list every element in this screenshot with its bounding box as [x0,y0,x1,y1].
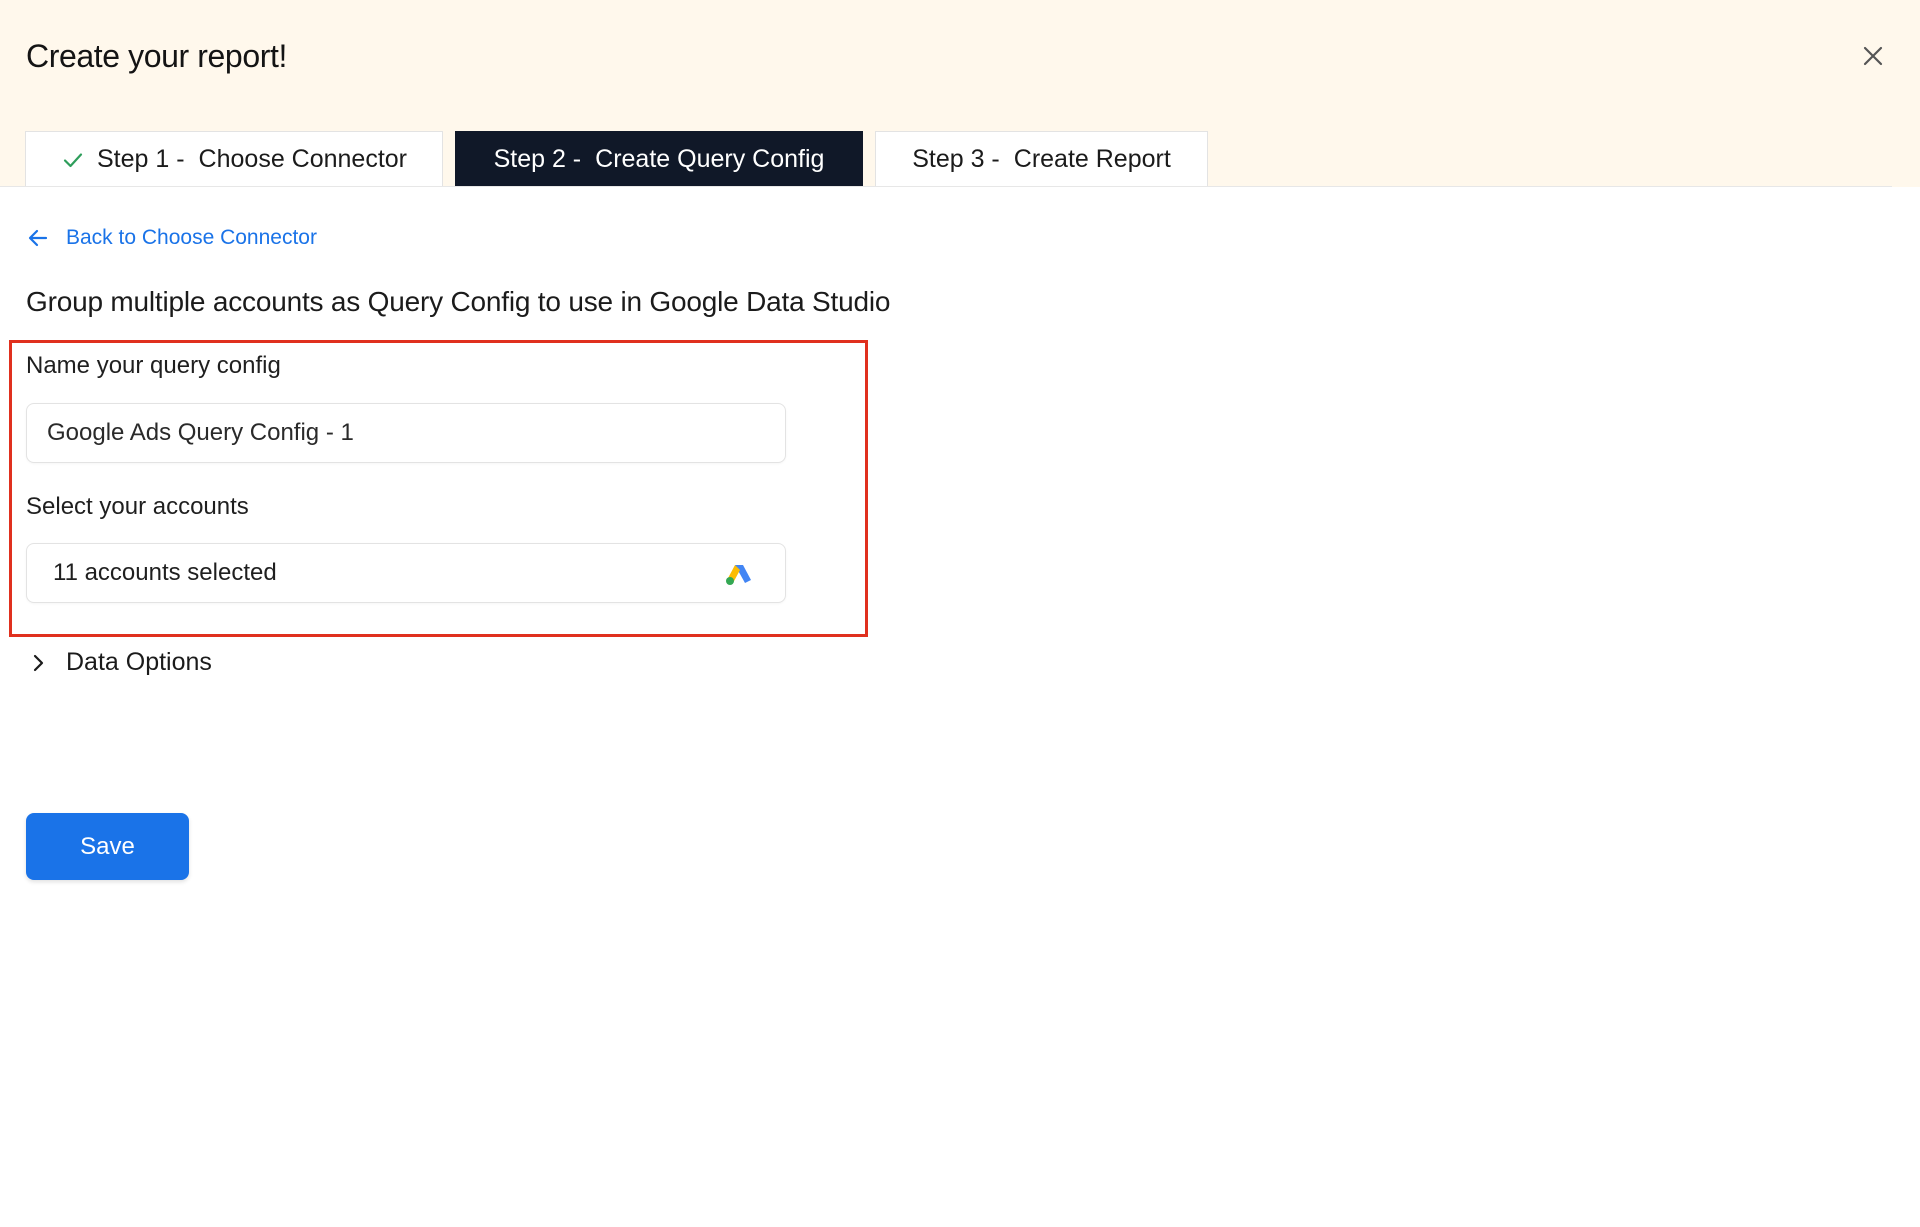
query-config-name-label: Name your query config [26,352,281,379]
tab-step-label: Choose Connector [198,145,408,173]
close-icon [1863,46,1883,66]
accounts-label: Select your accounts [26,493,249,520]
query-config-name-input[interactable] [26,403,786,463]
save-button[interactable]: Save [26,813,189,880]
arrow-left-icon [28,229,48,247]
tab-step-2[interactable]: Step 2 - Create Query Config [455,131,863,187]
accounts-select-value: 11 accounts selected [53,559,277,586]
google-ads-icon [726,565,751,585]
tab-step-label: Create Report [1013,145,1171,173]
data-options-toggle[interactable]: Data Options [26,648,212,677]
back-link-label: Back to Choose Connector [66,226,317,249]
tab-step-label: Create Query Config [595,145,825,173]
data-options-label: Data Options [66,648,212,676]
page-title: Create your report! [26,38,287,74]
close-button[interactable] [1857,40,1889,72]
tab-step-number: Step 3 - [912,145,1000,173]
tab-step-number: Step 2 - [493,145,582,173]
header-divider [0,186,1892,187]
section-heading: Group multiple accounts as Query Config … [26,286,891,317]
tab-step-3[interactable]: Step 3 - Create Report [875,131,1208,187]
accounts-select[interactable]: 11 accounts selected [26,543,786,603]
tab-step-1[interactable]: Step 1 - Choose Connector [25,131,443,187]
check-icon [63,152,83,167]
back-link[interactable]: Back to Choose Connector [26,226,317,250]
chevron-right-icon [33,654,44,671]
modal-header: Create your report! Step 1 - Choose Conn… [0,0,1920,187]
tab-step-number: Step 1 - [96,145,185,173]
